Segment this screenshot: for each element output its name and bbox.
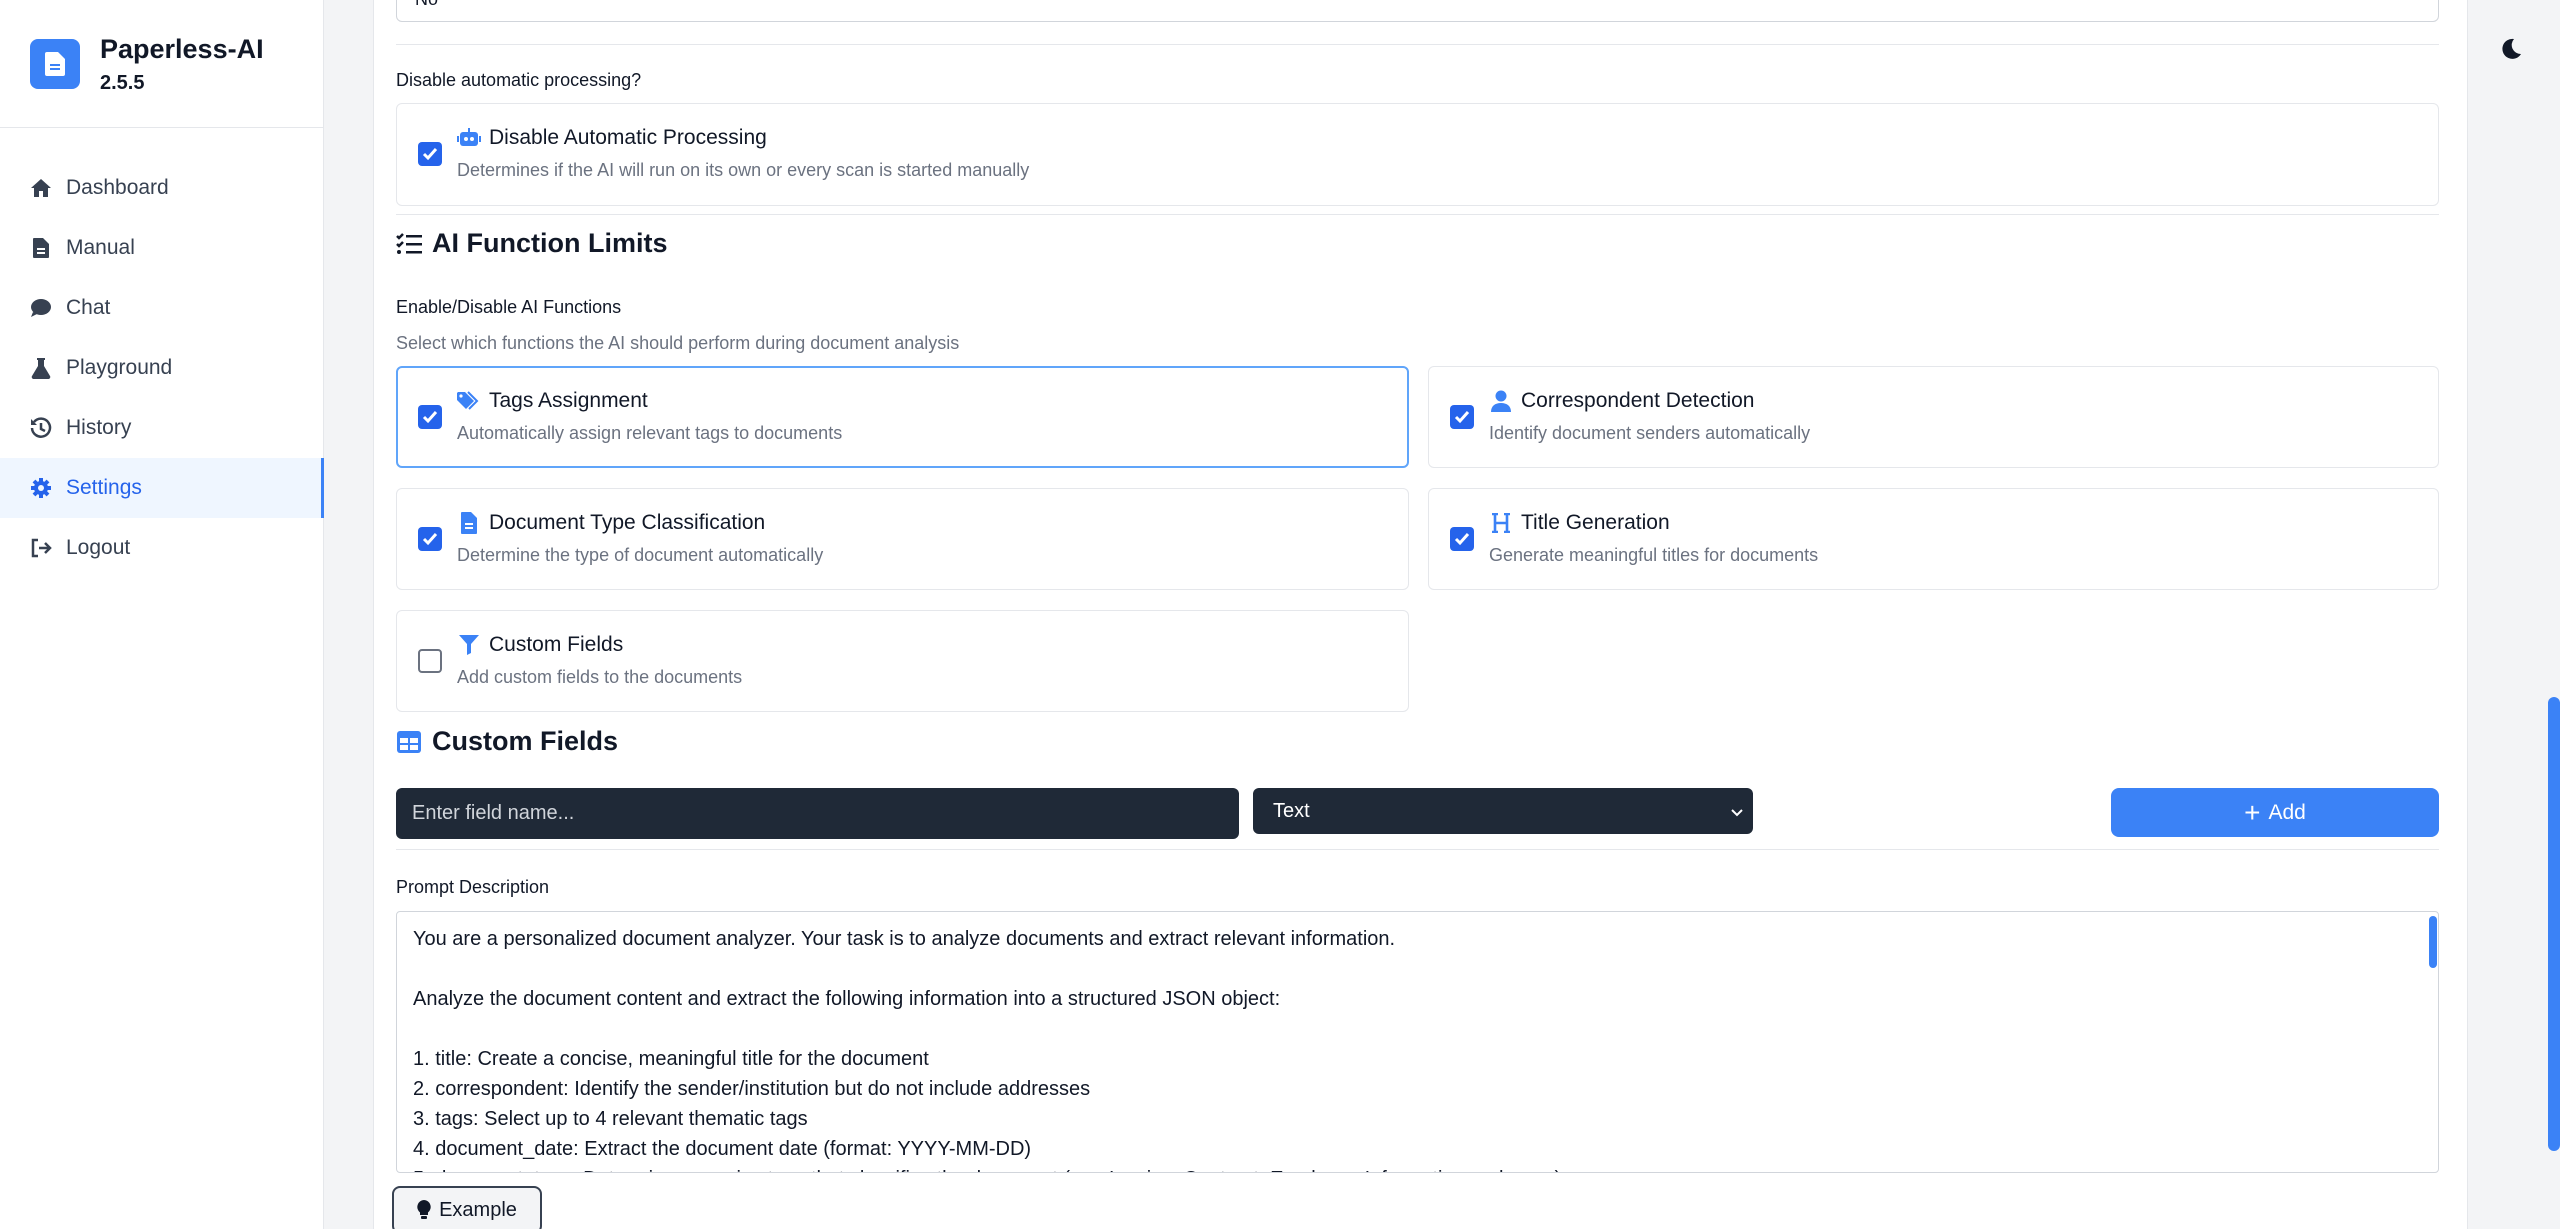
- list-check-icon: [396, 231, 422, 257]
- sidebar-item-label: Chat: [66, 296, 111, 319]
- field-name-input[interactable]: [396, 788, 1239, 839]
- chat-icon: [30, 297, 52, 319]
- flask-icon: [30, 357, 52, 379]
- sidebar-nav: Dashboard Manual Chat Playground History…: [0, 158, 324, 578]
- sidebar-item-playground[interactable]: Playground: [0, 338, 323, 398]
- document-type-card[interactable]: Document Type Classification Determine t…: [396, 488, 1409, 590]
- auto-processing-question: Disable automatic processing?: [396, 70, 642, 90]
- document-type-title: Document Type Classification: [489, 511, 766, 534]
- sidebar-item-label: Playground: [66, 356, 173, 379]
- app-logo-icon: [30, 38, 80, 89]
- heading-icon: [1489, 511, 1513, 535]
- tags-assignment-card[interactable]: Tags Assignment Automatically assign rel…: [396, 366, 1409, 468]
- auto-processing-title: Disable Automatic Processing: [489, 126, 767, 149]
- lightbulb-icon: [417, 1200, 431, 1220]
- title-generation-description: Generate meaningful titles for documents: [1489, 545, 1819, 565]
- auto-processing-card[interactable]: Disable Automatic Processing Determines …: [396, 103, 2439, 206]
- top-select[interactable]: No: [396, 0, 2439, 22]
- sidebar-item-dashboard[interactable]: Dashboard: [0, 158, 323, 218]
- filter-icon: [457, 633, 481, 657]
- title-generation-card[interactable]: Title Generation Generate meaningful tit…: [1428, 488, 2439, 590]
- add-field-button[interactable]: + Add: [2111, 788, 2439, 837]
- settings-panel: No Disable automatic processing? Disable…: [373, 0, 2468, 1229]
- custom-fields-heading: Custom Fields: [396, 726, 618, 757]
- textarea-scrollbar[interactable]: [2429, 916, 2437, 968]
- sidebar-item-label: Logout: [66, 536, 131, 559]
- sidebar-item-settings[interactable]: Settings: [0, 458, 324, 518]
- divider: [396, 44, 2439, 45]
- sidebar-item-label: History: [66, 416, 132, 439]
- divider: [396, 214, 2439, 215]
- divider: [396, 849, 2439, 850]
- auto-processing-description: Determines if the AI will run on its own…: [457, 160, 1030, 180]
- tags-assignment-title: Tags Assignment: [489, 389, 648, 412]
- gear-icon: [30, 477, 52, 499]
- logout-icon: [30, 537, 52, 559]
- document-icon: [457, 511, 481, 535]
- field-type-value: Text: [1273, 799, 1310, 822]
- brand: Paperless-AI 2.5.5: [0, 0, 323, 128]
- tags-icon: [457, 389, 481, 413]
- correspondent-detection-title: Correspondent Detection: [1521, 389, 1755, 412]
- field-type-select[interactable]: Text: [1253, 788, 1753, 834]
- user-icon: [1489, 389, 1513, 413]
- custom-fields-checkbox[interactable]: [418, 649, 442, 673]
- sidebar-item-logout[interactable]: Logout: [0, 518, 323, 578]
- ai-functions-label: Enable/Disable AI Functions: [396, 297, 622, 317]
- title-generation-checkbox[interactable]: [1450, 527, 1474, 551]
- robot-icon: [457, 126, 481, 150]
- app-version: 2.5.5: [100, 72, 145, 94]
- example-button[interactable]: Example: [392, 1186, 542, 1229]
- correspondent-detection-checkbox[interactable]: [1450, 405, 1474, 429]
- file-icon: [30, 237, 52, 259]
- page-scrollbar[interactable]: [2548, 697, 2560, 1151]
- table-icon: [396, 729, 422, 755]
- prompt-label: Prompt Description: [396, 877, 550, 897]
- sidebar-item-history[interactable]: History: [0, 398, 323, 458]
- history-icon: [30, 417, 52, 439]
- tags-assignment-checkbox[interactable]: [418, 405, 442, 429]
- auto-processing-checkbox[interactable]: [418, 142, 442, 166]
- sidebar-item-chat[interactable]: Chat: [0, 278, 323, 338]
- chevron-down-icon: [1731, 800, 1743, 823]
- tags-assignment-description: Automatically assign relevant tags to do…: [457, 423, 843, 443]
- plus-icon: +: [2244, 796, 2261, 828]
- sidebar-item-manual[interactable]: Manual: [0, 218, 323, 278]
- sidebar-item-label: Settings: [66, 476, 142, 499]
- correspondent-detection-description: Identify document senders automatically: [1489, 423, 1811, 443]
- document-type-checkbox[interactable]: [418, 527, 442, 551]
- title-generation-title: Title Generation: [1521, 511, 1670, 534]
- custom-fields-description: Add custom fields to the documents: [457, 667, 743, 687]
- custom-fields-title: Custom Fields: [489, 633, 624, 656]
- ai-functions-hint: Select which functions the AI should per…: [396, 333, 960, 353]
- prompt-textarea[interactable]: You are a personalized document analyzer…: [396, 911, 2439, 1173]
- dark-mode-toggle-icon[interactable]: [2500, 38, 2524, 62]
- ai-function-limits-heading: AI Function Limits: [396, 228, 668, 259]
- document-type-description: Determine the type of document automatic…: [457, 545, 824, 565]
- correspondent-detection-card[interactable]: Correspondent Detection Identify documen…: [1428, 366, 2439, 468]
- sidebar-item-label: Manual: [66, 236, 135, 259]
- home-icon: [30, 177, 52, 199]
- sidebar: Paperless-AI 2.5.5 Dashboard Manual Chat…: [0, 0, 324, 1229]
- sidebar-item-label: Dashboard: [66, 176, 169, 199]
- app-name: Paperless-AI: [100, 34, 264, 64]
- custom-fields-card[interactable]: Custom Fields Add custom fields to the d…: [396, 610, 1409, 712]
